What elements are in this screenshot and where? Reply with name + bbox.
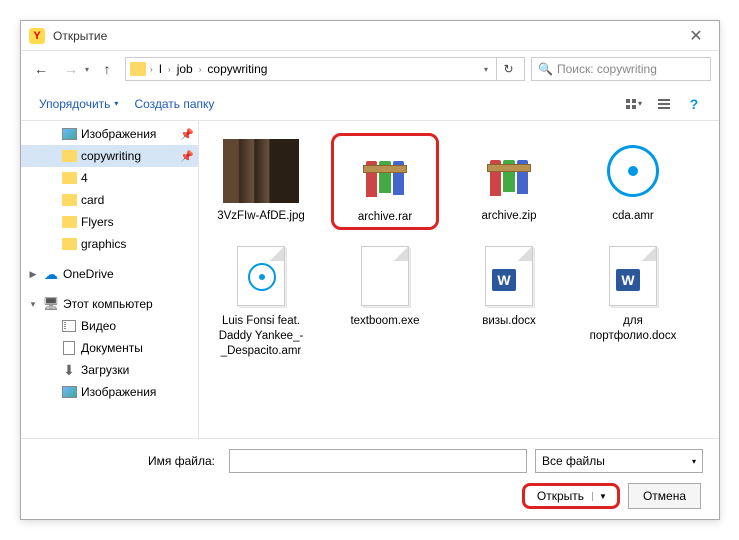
sidebar: Изображения📌copywriting📌4cardFlyersgraph… <box>21 121 199 438</box>
file-item[interactable]: 3VzFIw-AfDE.jpg <box>207 133 315 230</box>
help-button[interactable]: ? <box>681 92 707 116</box>
crumb-2[interactable]: copywriting <box>205 62 269 76</box>
sidebar-item-Документы[interactable]: Документы <box>21 337 198 359</box>
folder-icon <box>130 62 146 76</box>
filename-input[interactable] <box>229 449 527 473</box>
footer: Имя файла: Все файлы▾ Открыть ▼ Отмена <box>21 438 719 519</box>
close-button[interactable]: ✕ <box>681 21 711 51</box>
sidebar-item-Изображения[interactable]: Изображения <box>21 381 198 403</box>
history-dropdown[interactable]: ▾ <box>85 65 89 74</box>
back-button[interactable]: ← <box>29 57 53 81</box>
file-item[interactable]: cda.amr <box>579 133 687 230</box>
file-item[interactable]: визы.docx <box>455 238 563 363</box>
sidebar-item-OneDrive[interactable]: ▶☁OneDrive <box>21 263 198 285</box>
cancel-button[interactable]: Отмена <box>628 483 701 509</box>
file-list[interactable]: 3VzFIw-AfDE.jpg archive.rar archive.zip cda… <box>199 121 719 438</box>
filename-label: Имя файла: <box>37 454 221 468</box>
file-name: визы.docx <box>482 314 536 329</box>
search-input[interactable]: 🔍 Поиск: copywriting <box>531 57 711 81</box>
file-item[interactable]: archive.rar <box>331 133 439 230</box>
sidebar-item-4[interactable]: 4 <box>21 167 198 189</box>
file-name: для портфолио.docx <box>583 314 683 344</box>
new-folder-button[interactable]: Создать папку <box>128 93 220 115</box>
open-file-dialog: Y Открытие ✕ ← → ▾ ↑ › I › job › copywri… <box>20 20 720 520</box>
crumb-0[interactable]: I <box>157 62 164 76</box>
file-name: textboom.exe <box>350 314 419 329</box>
refresh-button[interactable]: ↻ <box>496 58 520 80</box>
file-item[interactable]: Luis Fonsi feat. Daddy Yankee_-_Despacit… <box>207 238 315 363</box>
sidebar-item-Изображения[interactable]: Изображения📌 <box>21 123 198 145</box>
up-button[interactable]: ↑ <box>95 57 119 81</box>
open-split-arrow[interactable]: ▼ <box>592 492 613 501</box>
sidebar-item-Flyers[interactable]: Flyers <box>21 211 198 233</box>
window-title: Открытие <box>53 29 681 43</box>
sidebar-item-Загрузки[interactable]: ⬇Загрузки <box>21 359 198 381</box>
navigation-bar: ← → ▾ ↑ › I › job › copywriting ▾ ↻ 🔍 По… <box>21 51 719 87</box>
toolbar: Упорядочить▾ Создать папку ▾ ? <box>21 87 719 121</box>
path-dropdown[interactable]: ▾ <box>480 65 492 74</box>
file-type-filter[interactable]: Все файлы▾ <box>535 449 703 473</box>
search-icon: 🔍 <box>538 62 553 76</box>
open-button[interactable]: Открыть ▼ <box>522 483 620 509</box>
sidebar-item-copywriting[interactable]: copywriting📌 <box>21 145 198 167</box>
sidebar-item-graphics[interactable]: graphics <box>21 233 198 255</box>
breadcrumb[interactable]: › I › job › copywriting ▾ ↻ <box>125 57 525 81</box>
yandex-icon: Y <box>29 28 45 44</box>
sidebar-item-Этот компьютер[interactable]: ▾🖥Этот компьютер <box>21 293 198 315</box>
view-large-icons[interactable]: ▾ <box>621 92 647 116</box>
file-name: Luis Fonsi feat. Daddy Yankee_-_Despacit… <box>211 314 311 359</box>
file-name: cda.amr <box>612 209 654 224</box>
forward-button[interactable]: → <box>59 57 83 81</box>
sidebar-item-Видео[interactable]: Видео <box>21 315 198 337</box>
view-details[interactable] <box>651 92 677 116</box>
file-name: archive.rar <box>358 210 412 225</box>
titlebar: Y Открытие ✕ <box>21 21 719 51</box>
sidebar-item-card[interactable]: card <box>21 189 198 211</box>
file-name: 3VzFIw-AfDE.jpg <box>217 209 305 224</box>
file-item[interactable]: textboom.exe <box>331 238 439 363</box>
file-item[interactable]: archive.zip <box>455 133 563 230</box>
file-name: archive.zip <box>482 209 537 224</box>
organize-button[interactable]: Упорядочить▾ <box>33 93 124 115</box>
crumb-1[interactable]: job <box>175 62 195 76</box>
file-item[interactable]: для портфолио.docx <box>579 238 687 363</box>
